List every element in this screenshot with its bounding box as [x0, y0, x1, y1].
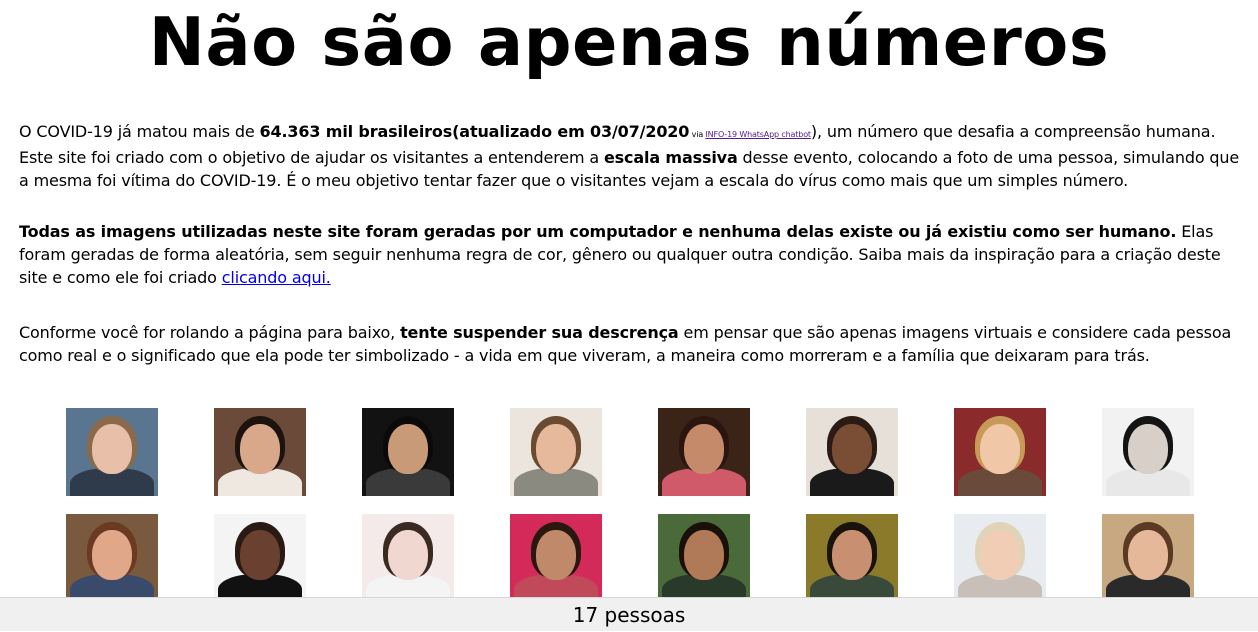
- person-face: [1128, 530, 1168, 580]
- person-photo: [954, 408, 1046, 496]
- person-photo: [658, 514, 750, 602]
- source-link[interactable]: INFO-19 WhatsApp chatbot: [705, 130, 811, 139]
- person-photo: [66, 514, 158, 602]
- person-photo: [806, 408, 898, 496]
- faces-grid: [66, 408, 1194, 602]
- person-photo: [1102, 408, 1194, 496]
- person-face: [832, 424, 872, 474]
- person-face: [684, 424, 724, 474]
- person-photo: [214, 408, 306, 496]
- person-face: [980, 424, 1020, 474]
- p3-bold-suspend: tente suspender sua descrença: [400, 323, 679, 342]
- people-counter-bar: 17 pessoas: [0, 597, 1258, 631]
- person-photo: [806, 514, 898, 602]
- person-face: [536, 530, 576, 580]
- page-title: Não são apenas números: [148, 3, 1110, 81]
- death-count: 64.363 mil brasileiros(atualizado em 03/…: [259, 122, 690, 141]
- person-photo: [510, 408, 602, 496]
- about-link[interactable]: clicando aqui.: [222, 268, 331, 287]
- via-label: via: [689, 130, 706, 139]
- person-face: [92, 530, 132, 580]
- person-photo: [362, 514, 454, 602]
- intro-paragraph-3: Conforme você for rolando a página para …: [19, 321, 1241, 367]
- person-face: [388, 530, 428, 580]
- p3-text-a: Conforme você for rolando a página para …: [19, 323, 401, 342]
- person-photo: [214, 514, 306, 602]
- person-face: [832, 530, 872, 580]
- intro-paragraph-2: Todas as imagens utilizadas neste site f…: [19, 220, 1241, 289]
- person-face: [980, 530, 1020, 580]
- person-photo: [954, 514, 1046, 602]
- person-face: [1128, 424, 1168, 474]
- person-face: [240, 530, 280, 580]
- source-note: via INFO-19 WhatsApp chatbot: [689, 130, 811, 139]
- person-photo: [510, 514, 602, 602]
- person-face: [240, 424, 280, 474]
- person-photo: [66, 408, 158, 496]
- person-photo: [1102, 514, 1194, 602]
- person-face: [684, 530, 724, 580]
- person-face: [388, 424, 428, 474]
- people-count: 17 pessoas: [572, 603, 686, 627]
- person-face: [92, 424, 132, 474]
- intro-paragraph-1: O COVID-19 já matou mais de 64.363 mil b…: [19, 120, 1241, 192]
- person-photo: [362, 408, 454, 496]
- p2-bold-disclaimer: Todas as imagens utilizadas neste site f…: [19, 222, 1177, 241]
- p1-text-a: O COVID-19 já matou mais de: [19, 122, 260, 141]
- p1-bold-scale: escala massiva: [603, 148, 738, 167]
- person-face: [536, 424, 576, 474]
- person-photo: [658, 408, 750, 496]
